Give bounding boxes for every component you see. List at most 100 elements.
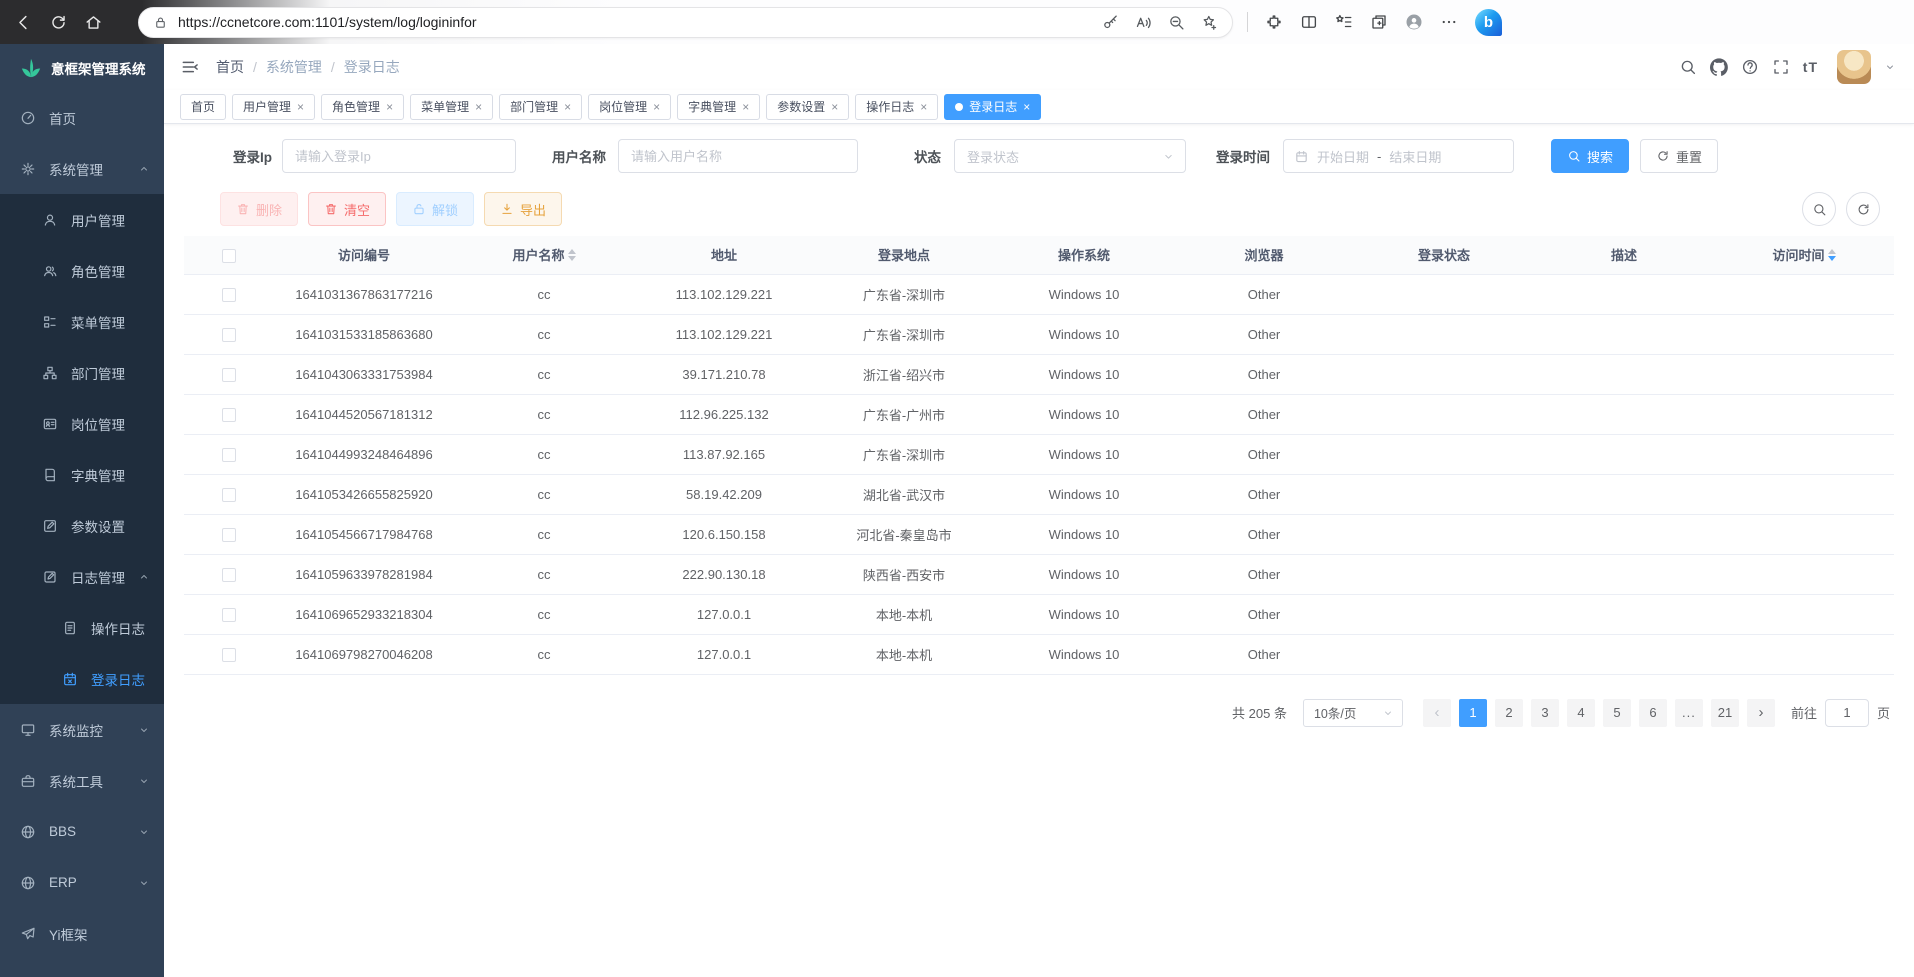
row-checkbox[interactable] — [222, 648, 236, 662]
view-tab[interactable]: 登录日志 × — [944, 94, 1041, 120]
page-button[interactable]: 2 — [1495, 699, 1523, 727]
tab-close-icon[interactable]: × — [475, 101, 482, 113]
tab-close-icon[interactable]: × — [742, 101, 749, 113]
action-button[interactable]: 导出 — [484, 192, 562, 226]
view-tab[interactable]: 岗位管理 × — [588, 94, 671, 120]
question-icon[interactable] — [1741, 58, 1759, 76]
tab-close-icon[interactable]: × — [1023, 101, 1030, 113]
action-button[interactable]: 删除 — [220, 192, 298, 226]
date-range-picker[interactable]: 开始日期 - 结束日期 — [1283, 139, 1514, 173]
fullscreen-icon[interactable] — [1772, 58, 1790, 76]
view-tab[interactable]: 参数设置 × — [766, 94, 849, 120]
page-button[interactable]: 5 — [1603, 699, 1631, 727]
sidebar-item[interactable]: 系统工具 — [0, 755, 164, 806]
page-button[interactable]: 3 — [1531, 699, 1559, 727]
sidebar-item[interactable]: 系统监控 — [0, 704, 164, 755]
github-icon[interactable] — [1710, 58, 1728, 76]
home-icon[interactable] — [84, 13, 103, 32]
action-button[interactable]: 清空 — [308, 192, 386, 226]
page-button[interactable]: 6 — [1639, 699, 1667, 727]
sidebar-item[interactable]: 操作日志 — [0, 602, 164, 653]
avatar[interactable] — [1837, 50, 1871, 84]
next-page-button[interactable]: › — [1747, 699, 1775, 727]
hamburger-fold-icon[interactable] — [180, 57, 200, 77]
page-button[interactable]: ... — [1675, 699, 1703, 727]
sidebar-item[interactable]: 字典管理 — [0, 449, 164, 500]
back-icon[interactable] — [14, 13, 33, 32]
row-checkbox[interactable] — [222, 568, 236, 582]
breadcrumb-home[interactable]: 首页 — [216, 57, 244, 77]
read-aloud-icon[interactable] — [1135, 14, 1152, 31]
username-input[interactable] — [618, 139, 858, 173]
column-header[interactable]: 访问时间 — [1714, 236, 1894, 274]
address-bar[interactable]: https://ccnetcore.com:1101/system/log/lo… — [138, 7, 1233, 38]
action-button[interactable]: 解锁 — [396, 192, 474, 226]
sidebar-item[interactable]: 岗位管理 — [0, 398, 164, 449]
sidebar-item[interactable]: ERP — [0, 857, 164, 908]
more-icon[interactable] — [1440, 13, 1458, 31]
search-icon[interactable] — [1679, 58, 1697, 76]
caret-down-icon[interactable] — [1884, 61, 1896, 73]
row-checkbox[interactable] — [222, 608, 236, 622]
select-all-checkbox[interactable] — [222, 249, 236, 263]
row-checkbox[interactable] — [222, 328, 236, 342]
sidebar-item[interactable]: 角色管理 — [0, 245, 164, 296]
tab-close-icon[interactable]: × — [831, 101, 838, 113]
tab-close-icon[interactable]: × — [297, 101, 304, 113]
sidebar-item[interactable]: 登录日志 — [0, 653, 164, 704]
prev-page-button[interactable]: ‹ — [1423, 699, 1451, 727]
extensions-icon[interactable] — [1265, 13, 1283, 31]
star-plus-icon[interactable] — [1201, 14, 1218, 31]
split-screen-icon[interactable] — [1300, 13, 1318, 31]
view-tab[interactable]: 用户管理 × — [232, 94, 315, 120]
view-tab[interactable]: 角色管理 × — [321, 94, 404, 120]
page-button[interactable]: 4 — [1567, 699, 1595, 727]
refresh-icon[interactable] — [49, 13, 68, 32]
tab-close-icon[interactable]: × — [920, 101, 927, 113]
tab-close-icon[interactable]: × — [564, 101, 571, 113]
zoom-out-icon[interactable] — [1168, 14, 1185, 31]
row-checkbox[interactable] — [222, 288, 236, 302]
row-checkbox[interactable] — [222, 448, 236, 462]
sort-carets-icon[interactable] — [568, 249, 576, 261]
view-tab[interactable]: 菜单管理 × — [410, 94, 493, 120]
column-header[interactable]: 用户名称 — [454, 236, 634, 274]
status-select[interactable]: 登录状态 — [954, 139, 1186, 173]
sort-carets-icon[interactable] — [1828, 249, 1836, 261]
sidebar-item[interactable]: Yi框架 — [0, 908, 164, 959]
collections-icon[interactable] — [1370, 13, 1388, 31]
favorites-bar-icon[interactable] — [1335, 13, 1353, 31]
tab-close-icon[interactable]: × — [386, 101, 393, 113]
show-search-button[interactable] — [1802, 192, 1836, 226]
sidebar-item[interactable]: 参数设置 — [0, 500, 164, 551]
sidebar-item[interactable]: 部门管理 — [0, 347, 164, 398]
sidebar-item[interactable]: 首页 — [0, 92, 164, 143]
row-checkbox[interactable] — [222, 408, 236, 422]
search-button[interactable]: 搜索 — [1551, 139, 1629, 173]
row-checkbox[interactable] — [222, 488, 236, 502]
row-checkbox[interactable] — [222, 368, 236, 382]
bing-chat-icon[interactable]: b — [1475, 9, 1502, 36]
url-text[interactable]: https://ccnetcore.com:1101/system/log/lo… — [178, 14, 1092, 30]
login-ip-input[interactable] — [282, 139, 516, 173]
breadcrumb-system[interactable]: 系统管理 — [266, 57, 322, 77]
sidebar-item[interactable]: 菜单管理 — [0, 296, 164, 347]
view-tab[interactable]: 部门管理 × — [499, 94, 582, 120]
tab-close-icon[interactable]: × — [653, 101, 660, 113]
refresh-table-button[interactable] — [1846, 192, 1880, 226]
view-tab[interactable]: 操作日志 × — [855, 94, 938, 120]
font-size-icon[interactable]: tT — [1803, 59, 1818, 75]
profile-icon[interactable] — [1405, 13, 1423, 31]
goto-page-input[interactable] — [1825, 699, 1869, 727]
sidebar-item[interactable]: 系统管理 — [0, 143, 164, 194]
reset-button[interactable]: 重置 — [1640, 139, 1718, 173]
key-icon[interactable] — [1102, 14, 1119, 31]
view-tab[interactable]: 字典管理 × — [677, 94, 760, 120]
sidebar-item[interactable]: BBS — [0, 806, 164, 857]
page-size-select[interactable]: 10条/页 — [1303, 699, 1403, 727]
page-button[interactable]: 1 — [1459, 699, 1487, 727]
row-checkbox[interactable] — [222, 528, 236, 542]
view-tab[interactable]: 首页 — [180, 94, 226, 120]
sidebar-item[interactable]: 日志管理 — [0, 551, 164, 602]
page-button[interactable]: 21 — [1711, 699, 1739, 727]
